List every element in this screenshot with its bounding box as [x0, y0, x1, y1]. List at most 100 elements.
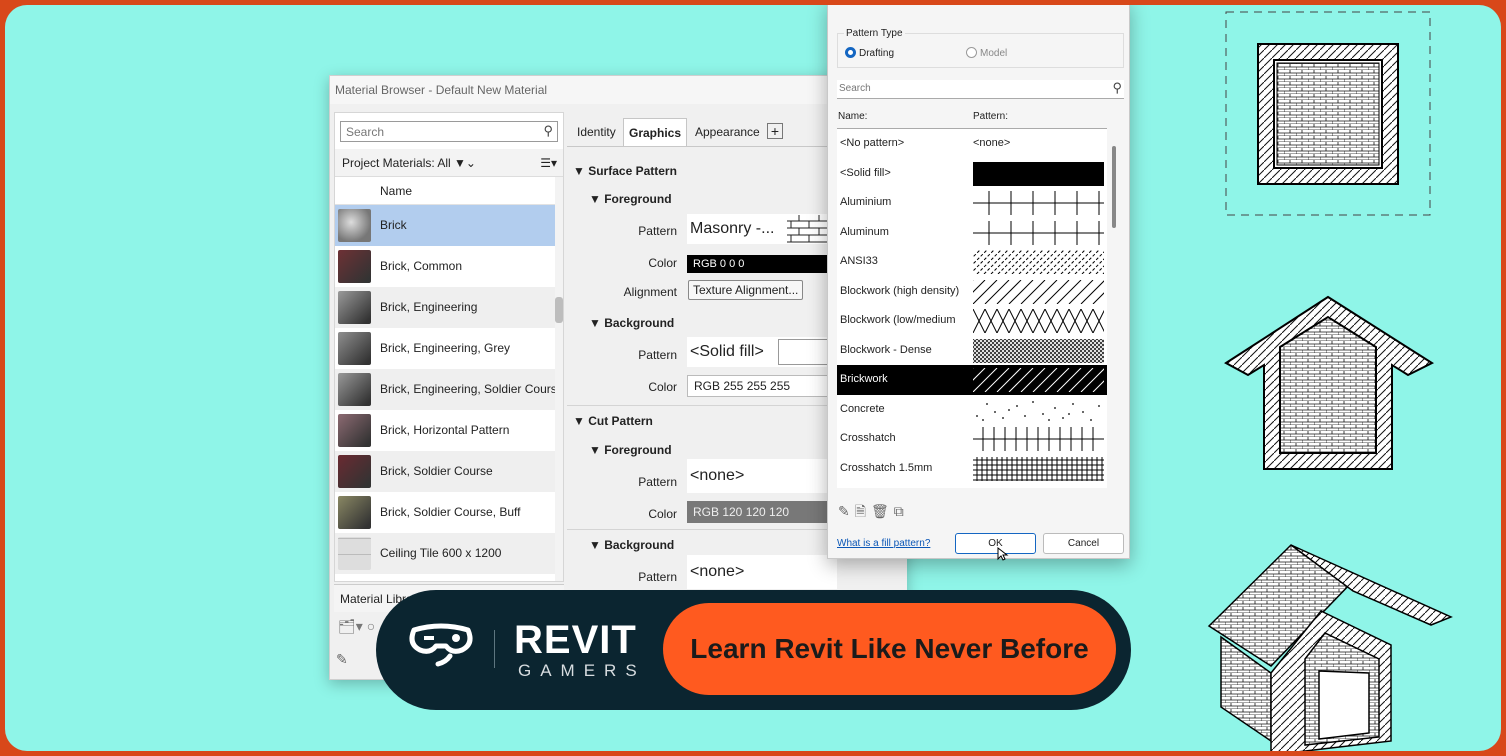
cancel-button[interactable]: Cancel	[1043, 533, 1124, 554]
material-name: Ceiling Tile 600 x 1200	[380, 546, 502, 560]
pattern-row[interactable]: Brickwork	[837, 365, 1107, 395]
revit-gamers-banner: REVIT GAMERS Learn Revit Like Never Befo…	[376, 590, 1131, 710]
material-thumbnail	[338, 455, 371, 488]
pattern-name: Crosshatch	[840, 432, 896, 444]
surface-foreground-header[interactable]: ▼ Foreground	[589, 192, 672, 206]
pattern-row[interactable]: Blockwork (high density)	[837, 277, 1107, 307]
pattern-preview-swatch	[973, 368, 1104, 392]
project-filter[interactable]: Project Materials: All ▼⌄ ☰▾	[335, 149, 563, 177]
pattern-search-placeholder: Search	[839, 83, 871, 94]
tab-graphics[interactable]: Graphics	[623, 118, 688, 146]
surface-fg-pattern-field[interactable]: Masonry -...	[687, 214, 837, 244]
material-name: Brick, Engineering	[380, 300, 478, 314]
material-list-panel: Search ⚲ Project Materials: All ▼⌄ ☰▾ Na…	[334, 112, 564, 582]
new-pattern-icon[interactable]: 🗎	[855, 503, 866, 519]
edit-material-icon[interactable]: ✎	[336, 651, 348, 668]
logo-separator	[494, 630, 495, 668]
material-thumbnail	[338, 537, 371, 570]
material-row[interactable]: Brick, Horizontal Pattern	[335, 410, 555, 451]
cut-fg-pattern-field[interactable]: <none>	[687, 459, 837, 493]
cut-bg-pattern-label: Pattern	[638, 570, 677, 584]
material-row[interactable]: Brick, Engineering	[335, 287, 555, 328]
ok-button[interactable]: OK	[955, 533, 1036, 554]
material-name: Brick, Engineering, Soldier Course	[380, 382, 564, 396]
surface-bg-color-label: Color	[648, 380, 677, 394]
mouse-cursor-icon	[997, 547, 1009, 561]
pattern-row[interactable]: Crosshatch	[837, 424, 1107, 454]
material-name: Brick	[380, 218, 407, 232]
pattern-row[interactable]: ANSI33	[837, 247, 1107, 277]
window-title: Material Browser - Default New Material	[330, 76, 906, 104]
pattern-row[interactable]: <Solid fill>	[837, 159, 1107, 189]
scrollbar-thumb[interactable]	[1112, 146, 1116, 228]
add-asset-button[interactable]: +	[767, 123, 783, 139]
name-column-header[interactable]: Name	[335, 177, 555, 205]
pattern-row[interactable]: <No pattern> <none>	[837, 129, 1107, 159]
tab-identity[interactable]: Identity	[572, 118, 621, 146]
surface-fg-color-swatch[interactable]: RGB 0 0 0	[687, 255, 837, 273]
material-row[interactable]: Brick, Soldier Course, Buff	[335, 492, 555, 533]
tab-appearance[interactable]: Appearance	[690, 118, 765, 146]
pattern-preview-swatch	[973, 191, 1104, 215]
pattern-search-input[interactable]: Search ⚲	[837, 80, 1124, 99]
fill-pattern-help-link[interactable]: What is a fill pattern?	[837, 538, 930, 549]
pattern-row[interactable]: Aluminium	[837, 188, 1107, 218]
material-thumbnail	[338, 414, 371, 447]
pattern-preview-swatch	[973, 309, 1104, 333]
material-row[interactable]: Ceiling Tile 600 x 1200	[335, 533, 555, 574]
library-toolbar-icon[interactable]: 🗂▾ ○	[338, 618, 375, 635]
pattern-list: <No pattern> <none> <Solid fill> Aluminium A…	[837, 128, 1107, 488]
delete-pattern-icon[interactable]: 🗑	[871, 503, 889, 519]
edit-pattern-icon[interactable]: ✎	[838, 503, 850, 519]
surface-bg-color-swatch[interactable]: RGB 255 255 255	[687, 375, 837, 397]
brand-main: REVIT	[514, 618, 637, 662]
drafting-radio[interactable]: Drafting	[845, 47, 894, 59]
pattern-row[interactable]: Blockwork - Dense	[837, 336, 1107, 366]
pattern-name: Blockwork - Dense	[840, 343, 932, 356]
pattern-toolbar: ✎ 🗎 🗑 ⧉	[838, 501, 909, 525]
cut-foreground-header[interactable]: ▼ Foreground	[589, 443, 672, 457]
pattern-name: ANSI33	[840, 255, 878, 267]
surface-bg-pattern-field[interactable]: <Solid fill>	[687, 337, 838, 367]
material-row[interactable]: Brick	[335, 205, 555, 246]
pattern-row[interactable]: Aluminum	[837, 218, 1107, 248]
texture-alignment-button[interactable]: Texture Alignment...	[688, 280, 804, 300]
model-radio[interactable]: Model	[966, 47, 1007, 59]
name-column-header: Name:	[838, 111, 868, 122]
surface-bg-pattern-value: <Solid fill>	[690, 343, 764, 360]
material-name: Brick, Horizontal Pattern	[380, 423, 510, 437]
surface-bg-pattern-label: Pattern	[638, 348, 677, 362]
material-row[interactable]: Brick, Engineering, Grey	[335, 328, 555, 369]
search-icon[interactable]: ⚲	[1112, 80, 1122, 96]
cut-bg-pattern-field[interactable]: <none>	[687, 555, 837, 589]
surface-background-header[interactable]: ▼ Background	[589, 316, 674, 330]
search-icon[interactable]: ⚲	[543, 123, 553, 139]
filter-icon[interactable]: ▼⌄	[454, 156, 476, 170]
cut-background-header[interactable]: ▼ Background	[589, 538, 674, 552]
material-row[interactable]: Brick, Soldier Course	[335, 451, 555, 492]
duplicate-pattern-icon[interactable]: ⧉	[894, 503, 904, 519]
material-name: Brick, Soldier Course	[380, 464, 493, 478]
pattern-row[interactable]: Crosshatch 1.5mm	[837, 454, 1107, 484]
scrollbar-thumb[interactable]	[555, 297, 563, 323]
pattern-list-scrollbar[interactable]	[1109, 128, 1119, 488]
brick-house-section-illustration	[1224, 295, 1435, 470]
material-thumbnail	[338, 291, 371, 324]
material-search-input[interactable]: Search ⚲	[340, 121, 558, 142]
material-row[interactable]: Brick, Common	[335, 246, 555, 287]
cta-button[interactable]: Learn Revit Like Never Before	[663, 603, 1116, 695]
pattern-name: <Solid fill>	[840, 166, 891, 179]
pattern-name: Blockwork (high density)	[840, 284, 960, 297]
pattern-row[interactable]: Concrete	[837, 395, 1107, 425]
cut-fg-color-swatch[interactable]: RGB 120 120 120	[687, 501, 837, 523]
surface-pattern-header[interactable]: ▼ Surface Pattern	[573, 164, 677, 178]
list-view-icon[interactable]: ☰▾	[540, 149, 557, 177]
pattern-row[interactable]: Blockwork (low/medium	[837, 306, 1107, 336]
material-row[interactable]: Brick, Engineering, Soldier Course	[335, 369, 563, 410]
cut-pattern-header[interactable]: ▼ Cut Pattern	[573, 414, 653, 428]
surface-fg-pattern-label: Pattern	[638, 224, 677, 238]
pattern-column-header: Pattern:	[973, 111, 1009, 122]
material-list-scrollbar[interactable]	[555, 177, 563, 581]
drafting-label: Drafting	[859, 48, 895, 59]
pattern-preview-swatch	[973, 279, 1104, 304]
